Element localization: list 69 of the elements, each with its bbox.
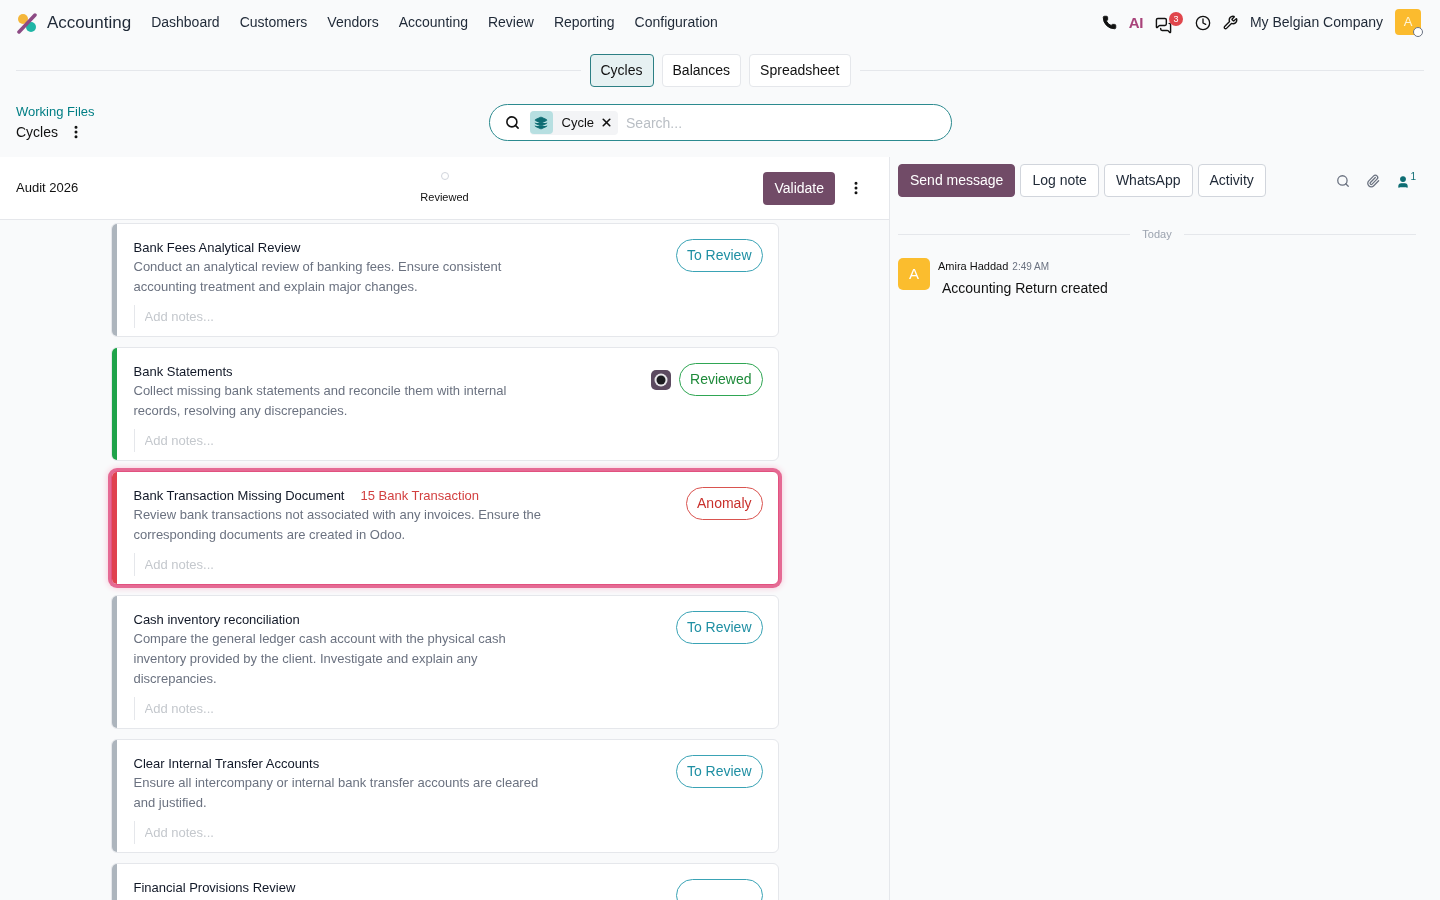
- layers-icon: [529, 111, 553, 134]
- company-name[interactable]: My Belgian Company: [1249, 12, 1383, 33]
- tools-icon[interactable]: [1222, 15, 1238, 30]
- stage-label: Reviewed: [420, 191, 469, 204]
- menu-item[interactable]: Customers: [239, 12, 308, 33]
- task-link[interactable]: 15 Bank Transaction: [360, 487, 479, 505]
- menu-item[interactable]: Accounting: [398, 12, 468, 33]
- status-badge[interactable]: To Review: [675, 755, 763, 788]
- task-title: Cash inventory reconciliation: [133, 611, 300, 629]
- status-badge[interactable]: To Review: [675, 239, 763, 272]
- view-tab[interactable]: Cycles: [589, 54, 654, 87]
- notification-badge: 3: [1168, 11, 1183, 26]
- message-author: Amira Haddad: [938, 259, 1009, 274]
- date-divider: Today: [1142, 226, 1172, 242]
- task-card[interactable]: Financial Provisions Review: [110, 863, 779, 900]
- task-description: Ensure all intercompany or internal bank transfer accounts are cleared and justified.: [133, 774, 540, 812]
- chatter-button[interactable]: WhatsApp: [1103, 164, 1193, 197]
- task-title: Financial Provisions Review: [133, 879, 296, 897]
- menu-item[interactable]: Reporting: [553, 12, 615, 33]
- notes-field[interactable]: Add notes...: [133, 821, 374, 844]
- menu-item[interactable]: Review: [487, 12, 534, 33]
- notes-field[interactable]: Add notes...: [133, 429, 374, 452]
- task-title: Bank Statements: [133, 363, 233, 381]
- paperclip-icon[interactable]: [1366, 173, 1381, 188]
- task-card[interactable]: Cash inventory reconciliation Compare the general ledger cash account with the physical cash inventory provided by the client. Investigate and explain any discrepancies. Add notes... To Review: [110, 595, 779, 729]
- task-card[interactable]: Clear Internal Transfer Accounts Ensure all intercompany or internal bank transfer accounts are cleared and justified. Add notes... To Review: [110, 739, 779, 853]
- phone-icon[interactable]: [1101, 15, 1117, 30]
- ai-button[interactable]: AI: [1128, 15, 1143, 30]
- notes-field[interactable]: Add notes...: [133, 697, 374, 720]
- clock-icon[interactable]: [1194, 14, 1211, 31]
- app-logo-icon: [16, 11, 38, 34]
- breadcrumb-link[interactable]: Working Files: [16, 104, 95, 120]
- chatter-button[interactable]: Send message: [898, 164, 1016, 197]
- task-title: Clear Internal Transfer Accounts: [133, 755, 320, 773]
- menu-item[interactable]: Configuration: [634, 12, 718, 33]
- status-badge[interactable]: Reviewed: [679, 363, 763, 396]
- breadcrumb-current: Cycles: [16, 123, 58, 142]
- status-badge[interactable]: Anomaly: [686, 487, 763, 520]
- chat-icon[interactable]: [1154, 16, 1172, 34]
- task-card[interactable]: Bank Transaction Missing Document 15 Bank Transaction Review bank transactions not associated with any invoices. Ensure the corresponding documents are created in Odoo. Add notes... Anomaly: [110, 471, 779, 585]
- task-description: Review bank transactions not associated with any invoices. Ensure the corresponding documents are created in Odoo.: [133, 506, 543, 544]
- notes-field[interactable]: Add notes...: [133, 305, 374, 328]
- facet-label: Cycle: [561, 113, 594, 132]
- person-icon: [1396, 175, 1411, 189]
- task-card[interactable]: Bank Statements Collect missing bank statements and reconcile them with internal records, resolving any discrepancies. Add notes... Reviewed: [110, 347, 779, 461]
- status-badge[interactable]: To Review: [675, 611, 763, 644]
- search-icon[interactable]: [504, 115, 520, 130]
- task-title: Bank Fees Analytical Review: [133, 239, 301, 257]
- message-time: 2:49 AM: [1012, 260, 1050, 274]
- app-name[interactable]: Accounting: [47, 9, 132, 36]
- followers-button[interactable]: 1: [1396, 172, 1416, 189]
- task-description: Conduct an analytical review of banking fees. Ensure consistent accounting treatment and explain major changes.: [133, 258, 503, 296]
- chatter-button[interactable]: Log note: [1020, 164, 1099, 197]
- task-card[interactable]: Bank Fees Analytical Review Conduct an analytical review of banking fees. Ensure consistent accounting treatment and explain major changes. Add notes... To Review: [110, 223, 779, 337]
- menu-item[interactable]: Vendors: [327, 12, 379, 33]
- menu-item[interactable]: Dashboard: [151, 12, 220, 33]
- search-field[interactable]: Cycle Search...: [488, 104, 952, 141]
- task-title: Bank Transaction Missing Document: [133, 487, 345, 505]
- chatter-button[interactable]: Activity: [1197, 164, 1266, 197]
- validate-button[interactable]: Validate: [763, 171, 835, 205]
- view-tab[interactable]: Spreadsheet: [749, 54, 851, 87]
- cycle-name: Audit 2026: [16, 179, 79, 198]
- search-input[interactable]: Search...: [626, 110, 935, 135]
- notes-field[interactable]: Add notes...: [133, 553, 374, 576]
- remove-icon[interactable]: [600, 116, 613, 129]
- message-body: Accounting Return created: [942, 278, 1108, 298]
- task-description: Compare the general ledger cash account with the physical cash inventory provided by the client. Investigate and explain any discrepancies.: [133, 630, 507, 688]
- task-description: Collect missing bank statements and reconcile them with internal records, resolving any discrepancies.: [133, 382, 508, 420]
- view-tab[interactable]: Balances: [661, 54, 742, 87]
